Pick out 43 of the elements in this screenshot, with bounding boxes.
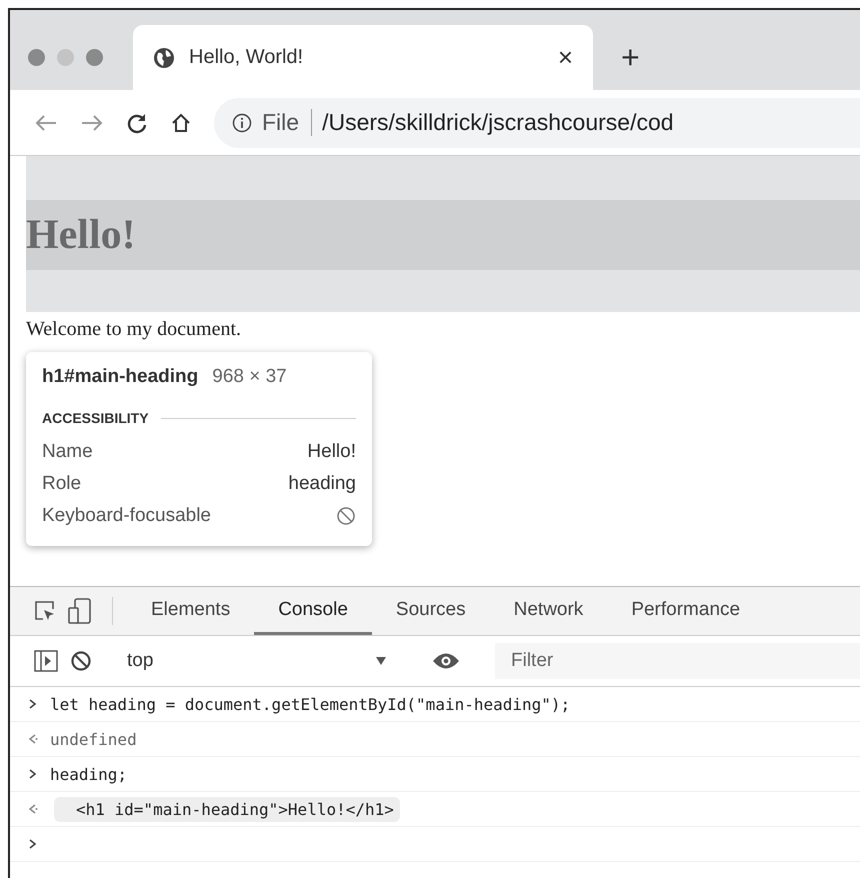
context-dropdown[interactable]: top bbox=[127, 650, 397, 672]
element-result: <h1 id="main-heading">Hello!</h1> bbox=[54, 796, 400, 822]
console-command: let heading = document.getElementById("main-heading"); bbox=[50, 694, 570, 714]
result-arrow-icon bbox=[28, 733, 38, 745]
url-scheme: File bbox=[262, 109, 312, 136]
info-icon bbox=[232, 112, 252, 132]
devtools-tab[interactable]: Elements bbox=[127, 587, 254, 635]
close-tab-button[interactable]: × bbox=[558, 42, 573, 73]
address-bar[interactable]: File /Users/skilldrick/jscrashcourse/cod bbox=[214, 98, 860, 148]
property-label: Name bbox=[42, 441, 93, 463]
element-selector: h1#main-heading bbox=[42, 366, 198, 388]
page-heading: Hello! bbox=[26, 200, 860, 270]
devtools-tab[interactable]: Performance bbox=[607, 587, 764, 635]
property-label: Role bbox=[42, 473, 82, 495]
page-paragraph: Welcome to my document. bbox=[26, 318, 242, 341]
browser-tab[interactable]: Hello, World! × bbox=[133, 25, 593, 90]
tab-title: Hello, World! bbox=[189, 46, 304, 69]
globe-icon bbox=[153, 46, 175, 68]
dropdown-caret-icon bbox=[375, 656, 387, 666]
filter-field[interactable]: Filter bbox=[495, 643, 860, 679]
devtools-tab[interactable]: Sources bbox=[372, 587, 490, 635]
url-path: /Users/skilldrick/jscrashcourse/cod bbox=[322, 109, 674, 136]
section-heading: ACCESSIBILITY bbox=[42, 410, 149, 426]
devtools-tab[interactable]: Network bbox=[490, 587, 608, 635]
console-command: heading; bbox=[50, 764, 128, 784]
result-arrow-icon bbox=[28, 803, 38, 815]
back-arrow-icon[interactable] bbox=[34, 112, 58, 132]
home-icon[interactable] bbox=[170, 112, 192, 134]
close-window-light[interactable] bbox=[28, 49, 45, 66]
property-value: heading bbox=[288, 473, 356, 495]
prompt-chevron-icon bbox=[28, 698, 38, 710]
devtools-tab[interactable]: Console bbox=[254, 587, 372, 635]
new-tab-button[interactable]: + bbox=[621, 39, 640, 76]
reload-icon[interactable] bbox=[126, 112, 148, 134]
forward-arrow-icon[interactable] bbox=[80, 112, 104, 132]
console-output: undefined bbox=[50, 730, 137, 748]
property-value: Hello! bbox=[307, 441, 356, 463]
prompt-chevron-icon bbox=[28, 768, 38, 780]
zoom-window-light[interactable] bbox=[86, 49, 103, 66]
not-allowed-icon bbox=[336, 506, 356, 526]
property-label: Keyboard-focusable bbox=[42, 505, 211, 527]
prompt-chevron-icon bbox=[28, 838, 38, 850]
element-size: 968 × 37 bbox=[212, 366, 287, 388]
